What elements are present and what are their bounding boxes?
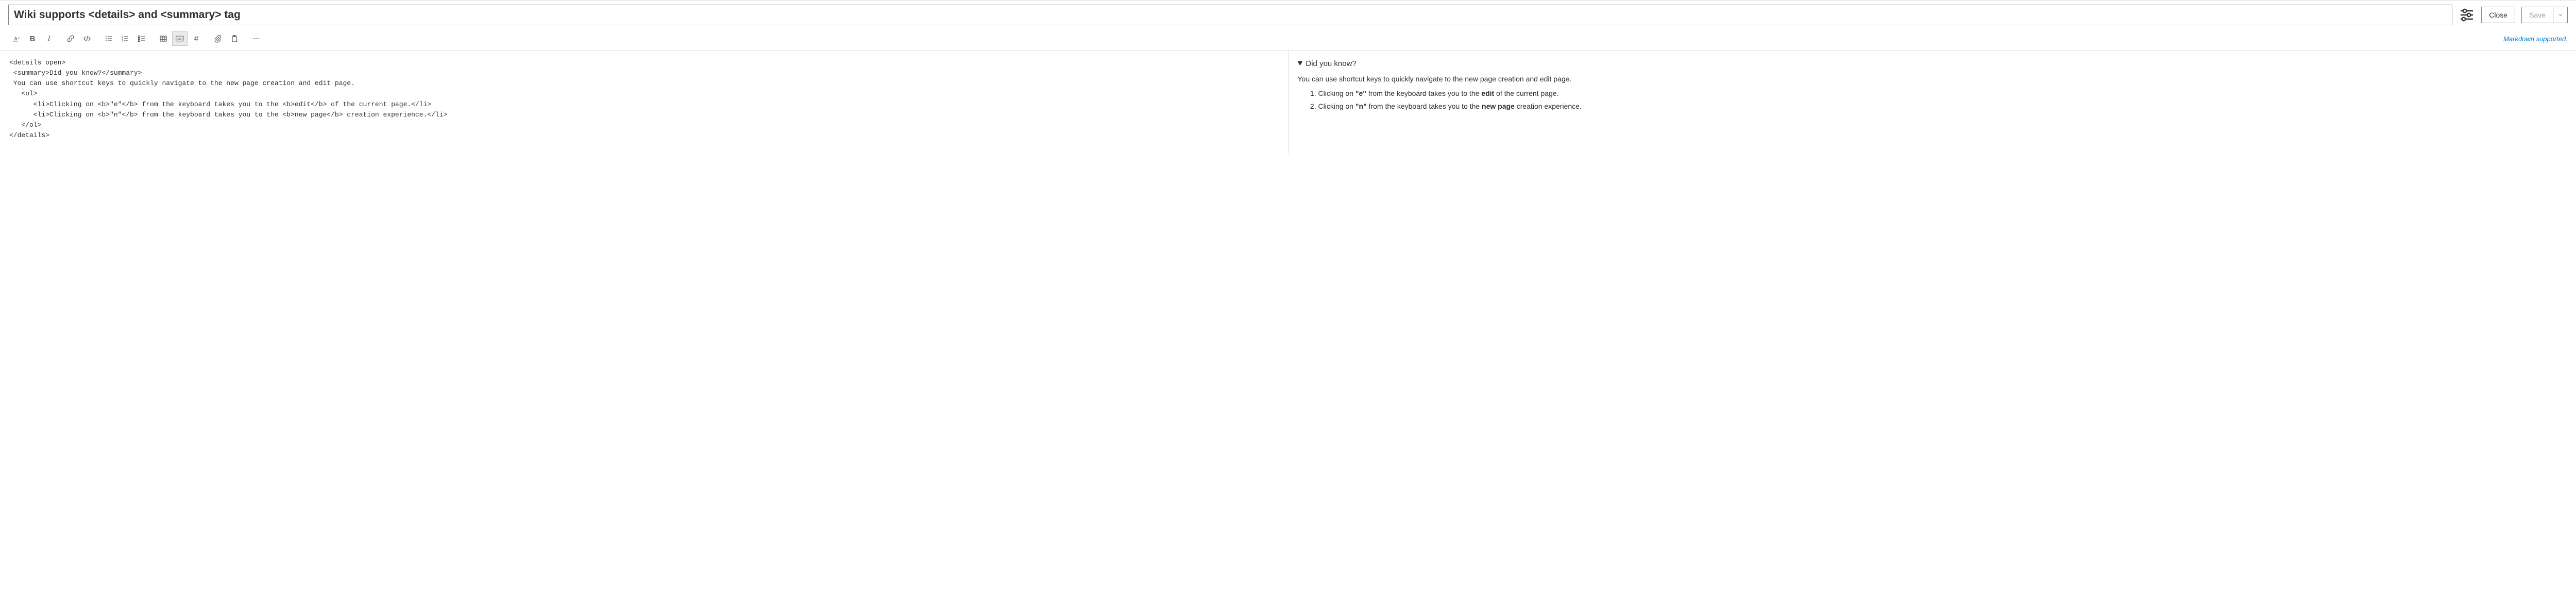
paste-button[interactable] [227,31,242,46]
abc-icon: ABC [176,35,184,43]
preview-details[interactable]: Did you know? You can use shortcut keys … [1298,58,2567,112]
bullet-list-button[interactable] [101,31,116,46]
ellipsis-icon [252,35,260,43]
sliders-icon [2459,7,2475,23]
preview-content: Did you know? You can use shortcut keys … [1298,58,2567,112]
preview-pane: Did you know? You can use shortcut keys … [1289,51,2576,154]
checklist-icon [138,35,146,43]
list-item: Clicking on "n" from the keyboard takes … [1318,100,2567,112]
bold-icon: B [30,35,36,43]
italic-button[interactable]: I [41,31,57,46]
hash-button[interactable]: # [189,31,204,46]
chevron-down-icon [2558,12,2563,18]
header-row: Close Save [0,1,2576,29]
close-button[interactable]: Close [2481,7,2515,23]
code-button[interactable] [79,31,95,46]
settings-button[interactable] [2459,7,2475,23]
save-button[interactable]: Save [2521,7,2553,23]
markdown-supported-link[interactable]: Markdown supported. [2503,35,2568,43]
checklist-button[interactable] [134,31,149,46]
svg-text:3: 3 [122,40,123,43]
table-icon [159,35,167,43]
code-icon [83,35,91,43]
save-dropdown-button[interactable] [2553,7,2568,23]
toolbar: B I [0,29,2576,51]
format-dropdown-button[interactable] [8,31,24,46]
numbered-list-icon: 1 2 3 [121,35,129,43]
paperclip-icon [214,35,222,43]
editor-container: Close Save B I [0,0,2576,154]
save-button-group: Save [2521,7,2568,23]
abc-format-button[interactable]: ABC [172,31,188,46]
link-icon [66,35,75,43]
preview-lead: You can use shortcut keys to quickly nav… [1298,73,2567,85]
numbered-list-button[interactable]: 1 2 3 [117,31,133,46]
bullet-list-icon [105,35,113,43]
page-title-input[interactable] [8,5,2452,25]
bold-button[interactable]: B [25,31,40,46]
hash-icon: # [194,35,198,43]
link-button[interactable] [63,31,78,46]
list-item: Clicking on "e" from the keyboard takes … [1318,88,2567,99]
svg-text:ABC: ABC [177,38,183,41]
split-panes: <details open> <summary>Did you know?</s… [0,51,2576,154]
table-button[interactable] [156,31,171,46]
format-a-icon [12,35,20,43]
italic-icon: I [48,35,50,43]
attachment-button[interactable] [210,31,226,46]
clipboard-icon [230,35,239,43]
toolbar-left: B I [8,31,264,46]
source-code[interactable]: <details open> <summary>Did you know?</s… [9,58,1279,141]
preview-summary[interactable]: Did you know? [1298,58,2567,70]
preview-list: Clicking on "e" from the keyboard takes … [1318,88,2567,112]
source-pane[interactable]: <details open> <summary>Did you know?</s… [0,51,1289,154]
more-button[interactable] [248,31,264,46]
